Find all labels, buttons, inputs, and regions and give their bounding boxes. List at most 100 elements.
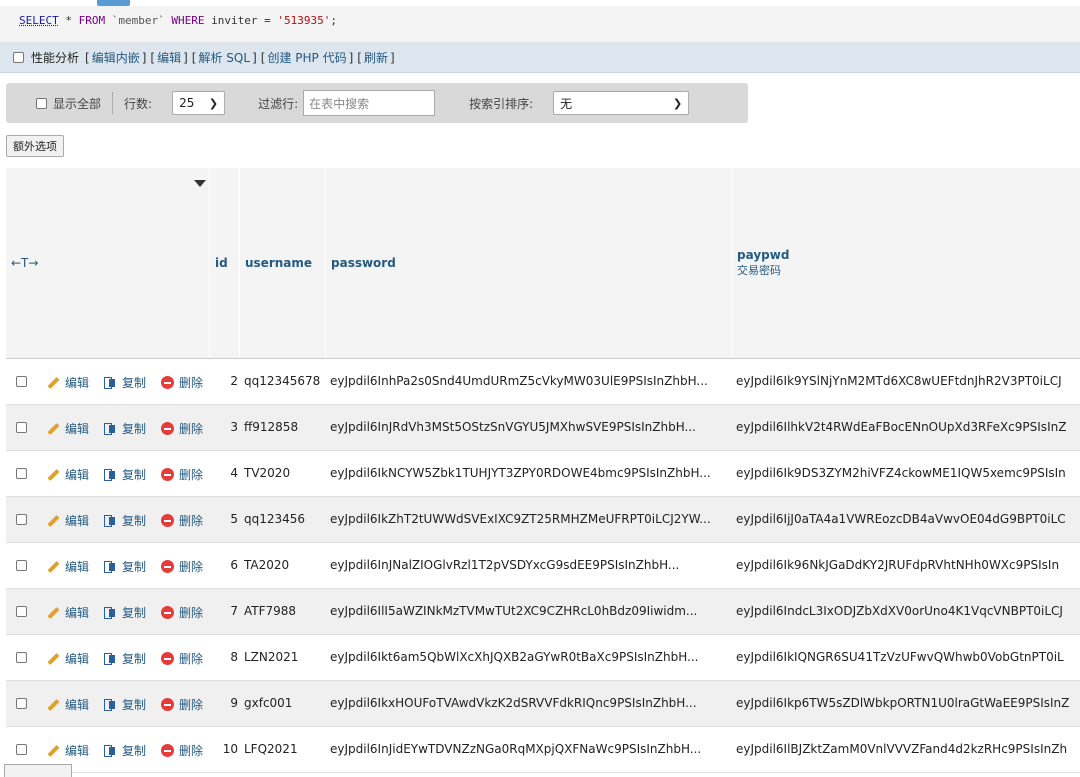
show-all-checkbox[interactable] <box>36 97 47 109</box>
cell-password: eyJpdil6IlI5aWZINkMzTVMwTUt2XC9CZHRcL0hB… <box>330 604 698 618</box>
column-resize-arrows[interactable]: ←T→ <box>6 168 210 358</box>
bracket: ] <box>389 50 395 65</box>
edit-link[interactable]: 编辑 <box>157 49 181 66</box>
edit-row-label: 编辑 <box>65 606 90 620</box>
sql-star: * <box>58 14 79 27</box>
cell-username: ATF7988 <box>244 604 297 618</box>
edit-row-label: 编辑 <box>65 560 90 574</box>
row-select-checkbox[interactable] <box>16 514 27 525</box>
results-table: ←T→ id username password paypwd 交易密码 编辑 … <box>6 168 1080 773</box>
bracket: ] <box>348 50 354 65</box>
row-select-checkbox[interactable] <box>16 652 27 663</box>
copy-row-button[interactable]: 复制 <box>104 512 146 529</box>
delete-icon <box>161 652 174 665</box>
copy-row-button[interactable]: 复制 <box>104 696 146 713</box>
table-row: 编辑 复制 删除 5 qq123456 eyJpdil6IkZhT2tUWWdS… <box>6 497 1080 543</box>
sql-table-name: `member` <box>105 14 172 27</box>
row-select-checkbox[interactable] <box>16 376 27 387</box>
edit-row-label: 编辑 <box>65 652 90 666</box>
rows-label: 行数: <box>124 96 153 111</box>
delete-row-label: 删除 <box>179 514 204 528</box>
edit-row-button[interactable]: 编辑 <box>47 696 89 713</box>
row-select-checkbox[interactable] <box>16 468 27 479</box>
delete-row-label: 删除 <box>179 652 204 666</box>
delete-row-button[interactable]: 删除 <box>161 374 203 391</box>
bottom-button-partial[interactable] <box>4 764 72 777</box>
column-header-paypwd-label: paypwd <box>737 248 790 262</box>
rows-per-page-value: 25 <box>179 96 195 110</box>
cell-paypwd: eyJpdil6Ik9YSlNjYnM2MTd6XC8wUEFtdnJhR2V3… <box>736 374 1062 388</box>
copy-row-button[interactable]: 复制 <box>104 604 146 621</box>
sql-semicolon: ; <box>330 14 337 27</box>
copy-row-button[interactable]: 复制 <box>104 742 146 759</box>
row-select-checkbox[interactable] <box>16 744 27 755</box>
row-select-checkbox[interactable] <box>16 606 27 617</box>
delete-icon <box>161 606 174 619</box>
explain-sql-link[interactable]: 解析 SQL <box>198 49 250 66</box>
table-row: 编辑 复制 删除 8 LZN2021 eyJpdil6Ikt6am5QbWlXc… <box>6 635 1080 681</box>
refresh-link[interactable]: 刷新 <box>364 49 388 66</box>
cell-id: 3 <box>230 420 238 434</box>
profiling-checkbox[interactable] <box>13 52 24 63</box>
copy-row-button[interactable]: 复制 <box>104 466 146 483</box>
delete-row-button[interactable]: 删除 <box>161 558 203 575</box>
cell-paypwd: eyJpdil6IlhkV2t4RWdEaFBocENnOUpXd3RFeXc9… <box>736 420 1067 434</box>
create-php-code-link[interactable]: 创建 PHP 代码 <box>267 49 346 66</box>
row-select-checkbox[interactable] <box>16 560 27 571</box>
delete-row-button[interactable]: 删除 <box>161 512 203 529</box>
cell-password: eyJpdil6InJRdVh3MSt5OStzSnVGYU5JMXhwSVE9… <box>330 420 696 434</box>
sql-from-keyword: FROM <box>78 14 106 27</box>
copy-row-label: 复制 <box>122 514 147 528</box>
copy-row-label: 复制 <box>122 744 147 758</box>
row-select-checkbox[interactable] <box>16 698 27 709</box>
column-header-username[interactable]: username <box>240 168 326 358</box>
pencil-icon <box>47 652 60 665</box>
cell-username: LFQ2021 <box>244 742 298 756</box>
edit-row-button[interactable]: 编辑 <box>47 742 89 759</box>
delete-row-button[interactable]: 删除 <box>161 696 203 713</box>
toolbar-divider <box>112 92 114 114</box>
row-select-checkbox[interactable] <box>16 422 27 433</box>
copy-row-button[interactable]: 复制 <box>104 420 146 437</box>
cell-id: 2 <box>230 374 238 388</box>
column-header-paypwd[interactable]: paypwd 交易密码 <box>732 168 1080 358</box>
copy-row-label: 复制 <box>122 698 147 712</box>
copy-row-button[interactable]: 复制 <box>104 650 146 667</box>
copy-row-button[interactable]: 复制 <box>104 374 146 391</box>
edit-row-button[interactable]: 编辑 <box>47 512 89 529</box>
edit-row-button[interactable]: 编辑 <box>47 558 89 575</box>
rows-per-page-select[interactable]: 25 ❯ <box>172 91 226 115</box>
pencil-icon <box>47 468 60 481</box>
copy-icon <box>104 606 118 619</box>
extra-options-button[interactable]: 额外选项 <box>6 135 64 157</box>
copy-row-button[interactable]: 复制 <box>104 558 146 575</box>
column-header-id[interactable]: id <box>210 168 240 358</box>
edit-inline-link[interactable]: 编辑内嵌 <box>92 49 140 66</box>
table-row: 编辑 复制 删除 10 LFQ2021 eyJpdil6InJidEYwTDVN… <box>6 727 1080 773</box>
sort-by-key-select[interactable]: 无 ❯ <box>553 91 690 115</box>
delete-row-button[interactable]: 删除 <box>161 742 203 759</box>
copy-icon <box>104 376 118 389</box>
edit-row-button[interactable]: 编辑 <box>47 420 89 437</box>
delete-row-button[interactable]: 删除 <box>161 650 203 667</box>
bracket: [ <box>85 50 90 65</box>
edit-row-button[interactable]: 编辑 <box>47 650 89 667</box>
delete-row-button[interactable]: 删除 <box>161 604 203 621</box>
sort-triangle-icon[interactable] <box>194 180 206 187</box>
sql-select-keyword[interactable]: SELECT <box>19 14 59 27</box>
edit-row-button[interactable]: 编辑 <box>47 374 89 391</box>
delete-row-button[interactable]: 删除 <box>161 466 203 483</box>
edit-row-button[interactable]: 编辑 <box>47 466 89 483</box>
filter-rows-input[interactable]: 在表中搜索 <box>303 90 436 116</box>
bracket: [ <box>357 50 362 65</box>
copy-row-label: 复制 <box>122 422 147 436</box>
cell-id: 7 <box>230 604 238 618</box>
profiling-label: 性能分析 <box>31 51 80 65</box>
edit-row-label: 编辑 <box>65 468 90 482</box>
query-links-bar: 性能分析 [编辑内嵌] [编辑] [解析 SQL] [创建 PHP 代码] [刷… <box>0 43 1080 73</box>
edit-row-button[interactable]: 编辑 <box>47 604 89 621</box>
column-header-password[interactable]: password <box>326 168 732 358</box>
table-row: 编辑 复制 删除 2 qq12345678 eyJpdil6InhPa2s0Sn… <box>6 359 1080 405</box>
delete-row-label: 删除 <box>179 468 204 482</box>
delete-row-button[interactable]: 删除 <box>161 420 203 437</box>
